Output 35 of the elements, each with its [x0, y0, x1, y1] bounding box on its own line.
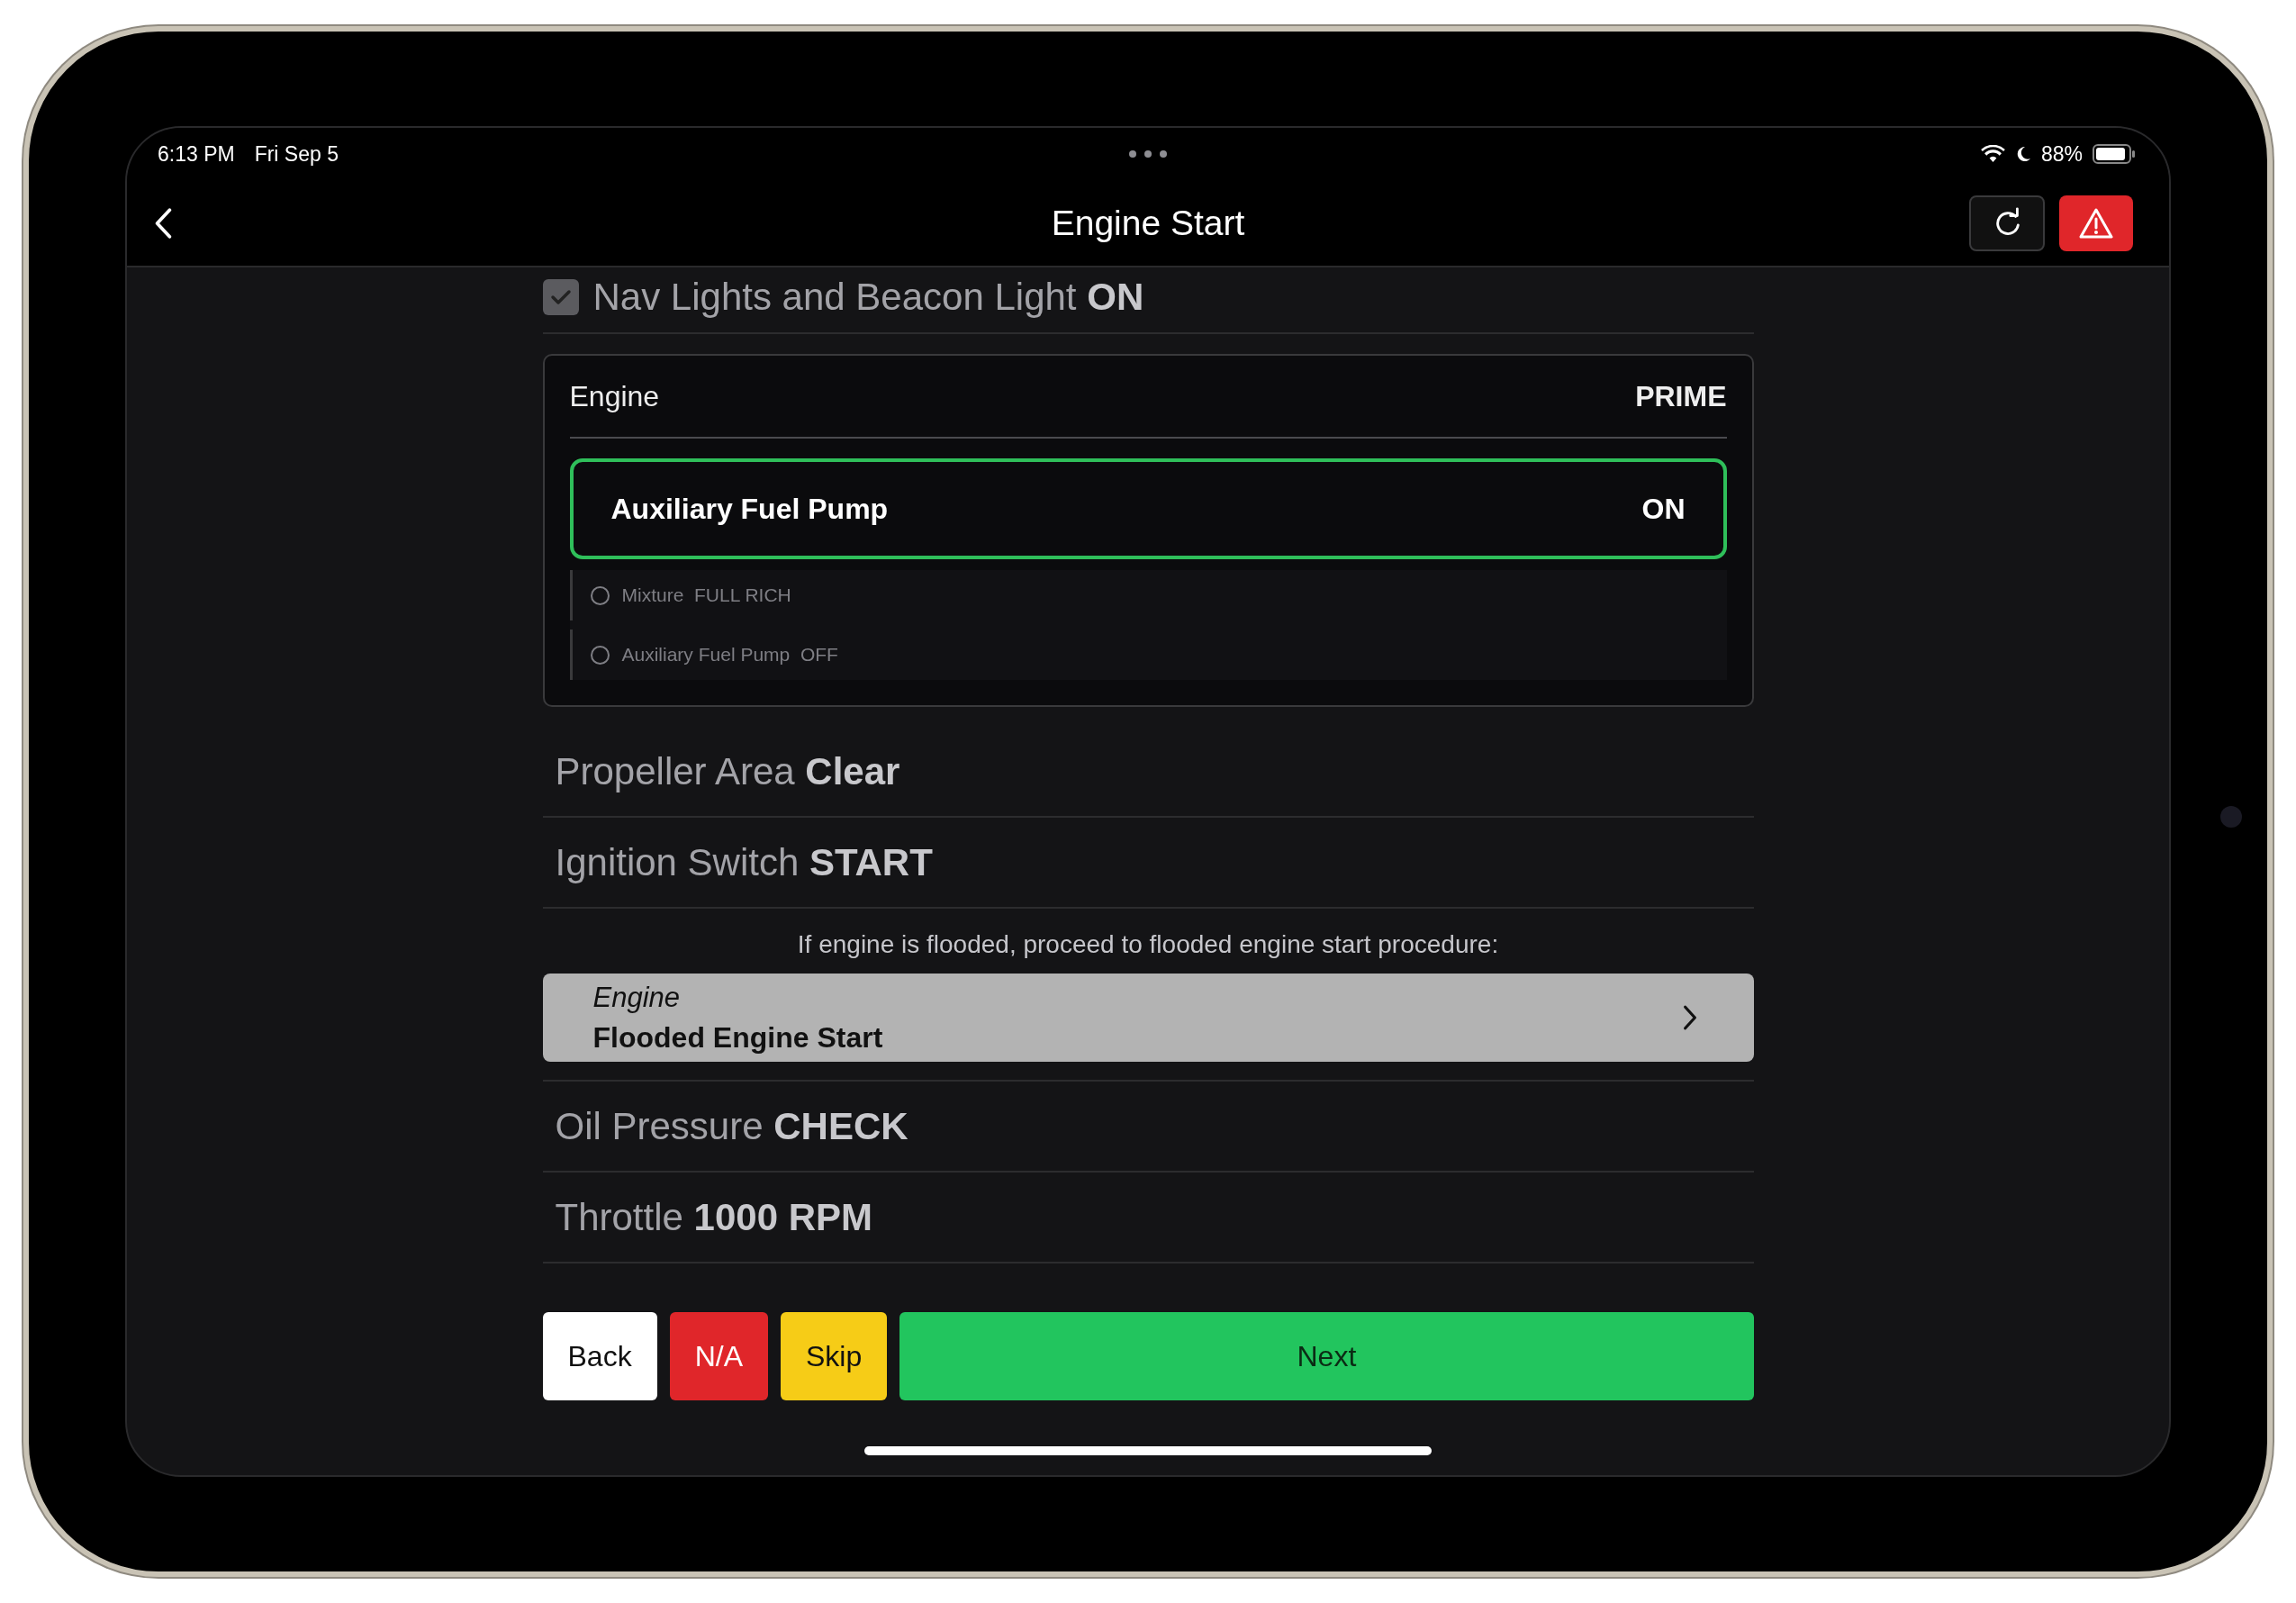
back-chevron-icon[interactable] [154, 206, 174, 240]
chevron-right-icon [1681, 1004, 1698, 1031]
more-dots-icon[interactable] [1128, 149, 1168, 158]
substep-text: Auxiliary Fuel Pump OFF [621, 644, 838, 666]
camera-lens [2220, 806, 2242, 828]
group-action: PRIME [1635, 379, 1727, 413]
checklist-item[interactable]: Throttle 1000 RPM [555, 1195, 872, 1239]
refresh-button[interactable] [1969, 195, 2045, 251]
checklist-item[interactable]: Nav Lights and Beacon Light ON [592, 276, 1144, 319]
current-step-label: Auxiliary Fuel Pump [610, 492, 889, 526]
battery-icon [2092, 144, 2137, 164]
checklist-item[interactable]: Oil Pressure CHECK [555, 1104, 908, 1148]
not-applicable-button[interactable]: N/A [669, 1312, 768, 1400]
next-button[interactable]: Next [899, 1312, 1754, 1400]
wifi-icon [1980, 145, 2005, 163]
battery-percent: 88% [2040, 141, 2083, 167]
step-radio[interactable] [590, 645, 610, 665]
procedure-category: Engine [592, 981, 682, 1014]
back-button[interactable]: Back [542, 1312, 657, 1400]
checkbox[interactable] [542, 279, 579, 315]
procedure-title: Flooded Engine Start [592, 1020, 883, 1055]
procedure-link[interactable]: Engine Flooded Engine Start [542, 974, 1754, 1062]
procedure-note: If engine is flooded, proceed to flooded engine start procedure: [796, 930, 1500, 959]
current-step-card[interactable]: Auxiliary Fuel Pump ON [569, 458, 1727, 559]
status-time: 6:13 PM [158, 141, 235, 167]
group-title: Engine [569, 379, 660, 413]
skip-button[interactable]: Skip [781, 1312, 888, 1400]
screen-title: Engine Start [1051, 203, 1245, 243]
checklist-item[interactable]: Propeller Area Clear [555, 749, 900, 793]
status-date: Fri Sep 5 [254, 141, 339, 167]
alert-button[interactable] [2059, 195, 2133, 251]
current-step-action: ON [1641, 492, 1686, 526]
checklist-item[interactable]: Ignition Switch START [555, 840, 933, 884]
step-radio[interactable] [590, 585, 610, 605]
substep-text: Mixture FULL RICH [621, 584, 791, 606]
